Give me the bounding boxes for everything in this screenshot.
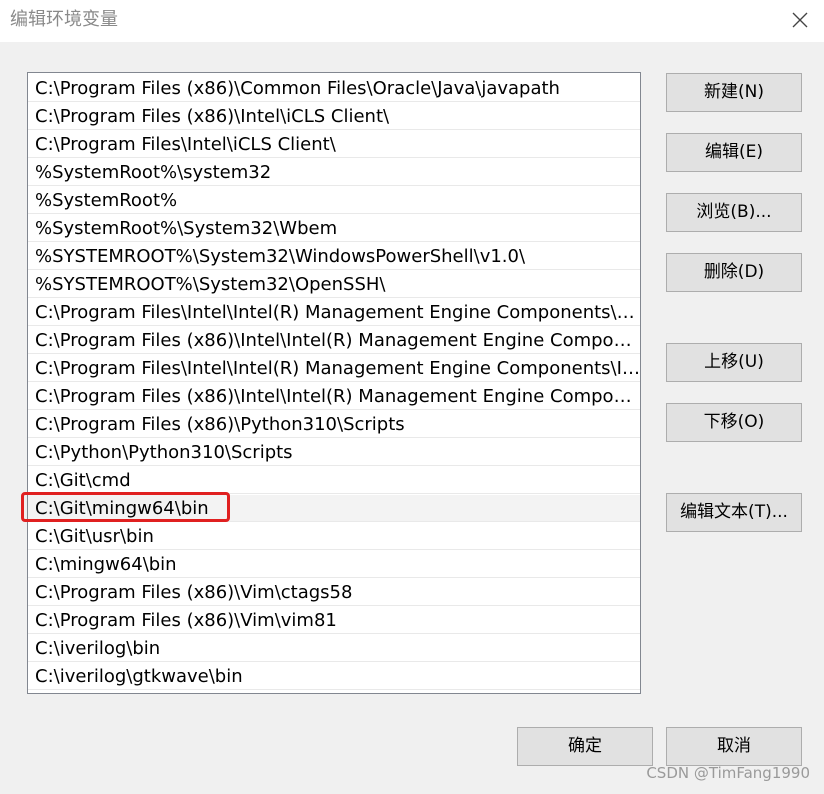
list-item[interactable]: C:\Git\cmd xyxy=(28,467,640,494)
list-item[interactable]: C:\Program Files\Intel\iCLS Client\ xyxy=(28,131,640,158)
list-item[interactable]: C:\Git\usr\bin xyxy=(28,523,640,550)
window-title: 编辑环境变量 xyxy=(10,9,118,30)
list-item[interactable]: C:\Program Files (x86)\Common Files\Orac… xyxy=(28,75,640,102)
list-item[interactable]: C:\Python\Python310\Scripts xyxy=(28,439,640,466)
move-down-button[interactable]: 下移(O) xyxy=(666,403,802,442)
list-item[interactable]: C:\Program Files\Intel\Intel(R) Manageme… xyxy=(28,355,640,382)
list-item[interactable]: %SystemRoot%\System32\Wbem xyxy=(28,215,640,242)
list-item[interactable]: C:\Program Files (x86)\Vim\vim81 xyxy=(28,607,640,634)
list-item[interactable]: C:\Program Files (x86)\Python310\Scripts xyxy=(28,411,640,438)
move-up-button[interactable]: 上移(U) xyxy=(666,343,802,382)
watermark: CSDN @TimFang1990 xyxy=(646,764,810,782)
list-item[interactable]: %SYSTEMROOT%\System32\OpenSSH\ xyxy=(28,271,640,298)
edit-button[interactable]: 编辑(E) xyxy=(666,133,802,172)
browse-button[interactable]: 浏览(B)... xyxy=(666,193,802,232)
close-icon xyxy=(792,12,808,28)
close-button[interactable] xyxy=(784,4,816,36)
edit-text-button[interactable]: 编辑文本(T)... xyxy=(666,493,802,532)
list-item[interactable]: C:\Git\mingw64\bin xyxy=(28,495,640,522)
list-item[interactable]: C:\iverilog\bin xyxy=(28,635,640,662)
list-item[interactable]: C:\Program Files (x86)\Intel\Intel(R) Ma… xyxy=(28,383,640,410)
delete-button[interactable]: 删除(D) xyxy=(666,253,802,292)
ok-button[interactable]: 确定 xyxy=(517,727,653,766)
list-item[interactable]: C:\mingw64\bin xyxy=(28,551,640,578)
path-list[interactable]: C:\Program Files (x86)\Common Files\Orac… xyxy=(27,72,641,694)
list-item[interactable]: %SystemRoot% xyxy=(28,187,640,214)
new-button[interactable]: 新建(N) xyxy=(666,73,802,112)
list-item[interactable]: C:\Program Files (x86)\Intel\Intel(R) Ma… xyxy=(28,327,640,354)
list-item[interactable]: C:\Program Files (x86)\Vim\ctags58 xyxy=(28,579,640,606)
cancel-button[interactable]: 取消 xyxy=(666,727,802,766)
list-item[interactable]: C:\Program Files (x86)\Intel\iCLS Client… xyxy=(28,103,640,130)
list-item[interactable]: %SystemRoot%\system32 xyxy=(28,159,640,186)
list-item[interactable]: C:\Program Files\Intel\Intel(R) Manageme… xyxy=(28,299,640,326)
list-item[interactable]: C:\iverilog\gtkwave\bin xyxy=(28,663,640,690)
list-item[interactable]: %SYSTEMROOT%\System32\WindowsPowerShell\… xyxy=(28,243,640,270)
title-bar: 编辑环境变量 xyxy=(0,0,824,42)
